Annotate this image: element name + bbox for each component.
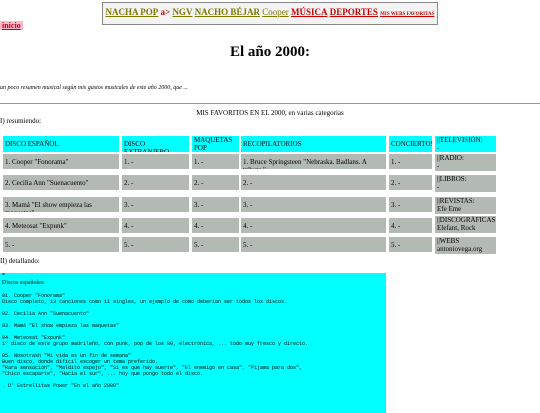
table-cell: 4. - — [192, 218, 239, 233]
table-cell: 2. - — [241, 175, 386, 190]
nav-link-musica[interactable]: MÚSICA — [291, 7, 328, 17]
side-value: - — [437, 144, 440, 152]
table-cell: 1. Cooper "Fonorama" — [3, 154, 119, 169]
header-disco-extranjero: DISCO EXTRANJERO — [122, 136, 189, 152]
page-title: El año 2000: — [229, 44, 310, 60]
header-conciertos: CONCIERTOS — [389, 136, 432, 152]
discos-marker: * — [2, 273, 5, 279]
discos-panel: * Discos españoles: 01. Cooper "Fonorama… — [0, 273, 386, 413]
table-cell: 3. - — [241, 197, 386, 212]
side-label: ||REVISTAS: — [437, 197, 475, 205]
section-resumiendo: I) resumiendo: — [0, 117, 42, 125]
table-cell: 5. - — [122, 237, 189, 252]
side-label: ||LIBROS: — [437, 175, 467, 183]
discos-heading: Discos españoles: — [2, 280, 45, 286]
table-cell: 1. - — [122, 154, 189, 169]
side-value[interactable]: antoniovega.org — [437, 245, 494, 253]
section-detallando: II) detallando: — [0, 257, 40, 265]
side-cell: ||WEBS antoniovega.org — [435, 237, 496, 254]
side-cell: ||LIBROS: - — [435, 175, 496, 192]
disco-title: . D' Estrellitas Power "En el año 2000" — [2, 383, 120, 389]
table-cell: 1. - — [192, 154, 239, 169]
table-cell: 2. - — [192, 175, 239, 190]
table-cell: 5. - — [389, 237, 432, 252]
side-cell: ||TELEVISIÓN: - — [435, 136, 496, 152]
divider — [0, 103, 540, 104]
intro-text: un poco resumen musical según mis gustos… — [0, 85, 188, 91]
side-value: Efe Eme — [437, 205, 462, 213]
nav-link-deportes[interactable]: DEPORTES — [330, 7, 378, 17]
nav-link-nacho-bejar[interactable]: NACHO BÉJAR — [195, 7, 260, 17]
table-cell: 5. - — [192, 237, 239, 252]
side-label: ||RADIO: — [437, 154, 464, 162]
header-maquetas: MAQUETAS POP ESPAÑOL — [192, 136, 239, 152]
header-recopilatorios: RECOPILATORIOS — [241, 136, 386, 152]
nav-link-nacha-pop[interactable]: NACHA POP — [106, 7, 159, 17]
side-label: ||WEBS — [437, 237, 460, 245]
side-label: ||TELEVISIÓN: — [437, 136, 483, 144]
table-cell: 3. - — [389, 197, 432, 212]
table-cell: 1. Bruce Springsteen "Nebraska. Badlans.… — [241, 154, 386, 169]
table-cell: 3. Mamá "El show empieza las maquetas" — [3, 197, 119, 212]
side-cell: ||REVISTAS: Efe Eme — [435, 197, 496, 214]
table-cell: 4. - — [122, 218, 189, 233]
nav-link-cooper[interactable]: Cooper — [262, 7, 289, 17]
side-value: - — [437, 162, 440, 170]
table-cell: 2. - — [122, 175, 189, 190]
inicio-link[interactable]: inicio — [0, 21, 23, 30]
nav-arrow: a> — [160, 7, 171, 17]
table-cell: 2. - — [389, 175, 432, 190]
header-disco-espanol: DISCO ESPAÑOL — [3, 136, 119, 152]
table-cell: 4. Meteosat "Expunk" — [3, 218, 119, 233]
table-cell: 3. - — [192, 197, 239, 212]
nav-link-ngv[interactable]: NGV — [172, 7, 192, 17]
side-cell: ||DISCOGRÁFICAS:Elefant, Rock Indiana — [435, 216, 496, 233]
top-navigation: NACHA POP a> NGV NACHO BÉJAR Cooper MÚSI… — [0, 2, 540, 25]
table-cell: 2. Cecilia Ann "Suenacuento" — [3, 175, 119, 190]
side-value: Elefant, Rock Indiana — [437, 224, 476, 233]
side-value: - — [437, 183, 440, 191]
side-cell: ||RADIO: - — [435, 154, 496, 171]
table-cell: 4. - — [389, 218, 432, 233]
side-label: ||DISCOGRÁFICAS: — [437, 216, 496, 224]
table-cell: 1. - — [389, 154, 432, 169]
nav-link-mis-webs[interactable]: MIS WEBS FAVORITAS — [380, 12, 434, 17]
table-cell: 5. - — [241, 237, 386, 252]
table-cell: 4. - — [241, 218, 386, 233]
favorites-heading: MIS FAVORITOS EN EL 2000, en varias cate… — [196, 109, 344, 117]
top-nav-box: NACHA POP a> NGV NACHO BÉJAR Cooper MÚSI… — [101, 2, 439, 25]
table-cell: 5. - — [3, 237, 119, 252]
table-cell: 3. - — [122, 197, 189, 212]
